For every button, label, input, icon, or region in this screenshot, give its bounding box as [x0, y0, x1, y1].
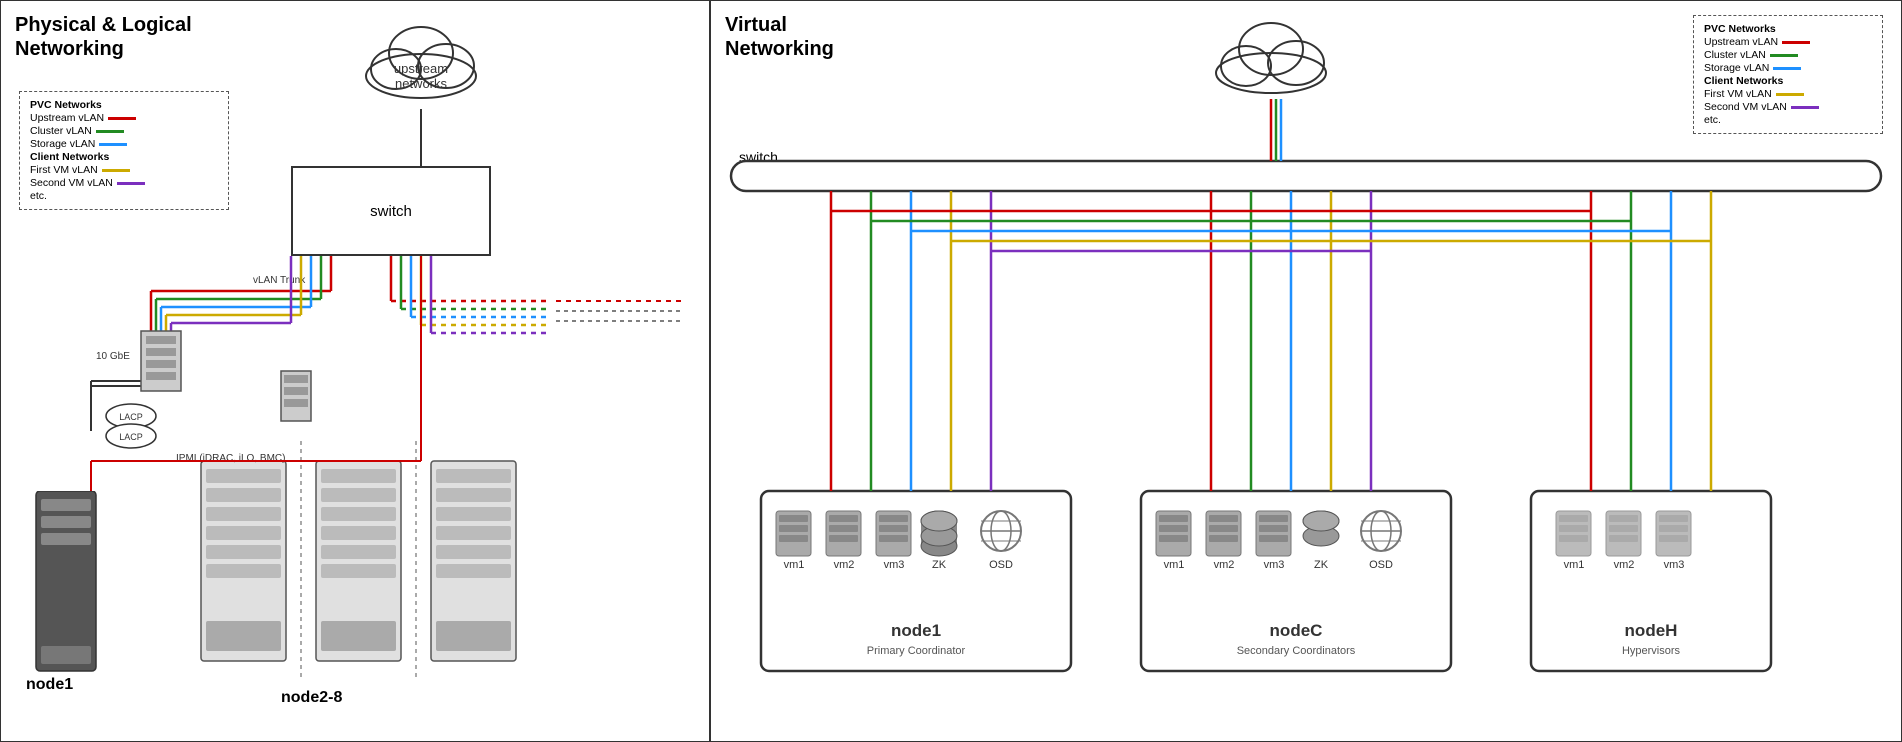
- etc-label: etc.: [30, 190, 47, 202]
- switch-box: switch: [291, 166, 491, 256]
- left-panel: Physical & LogicalNetworking PVC Network…: [0, 0, 710, 742]
- cloud-shape: upstream networks: [341, 11, 501, 111]
- node2-8-label: node2-8: [281, 689, 342, 707]
- right-panel: VirtualNetworking PVC Networks Upstream …: [710, 0, 1902, 742]
- svg-text:Primary Coordinator: Primary Coordinator: [867, 645, 966, 657]
- cluster-vlan-label: Cluster vLAN: [30, 125, 92, 137]
- storage-vlan-label: Storage vLAN: [30, 138, 95, 150]
- switch-label: switch: [370, 203, 412, 220]
- svg-text:LACP: LACP: [119, 412, 143, 422]
- client-networks-label: Client Networks: [30, 151, 109, 163]
- svg-text:node1: node1: [891, 621, 941, 640]
- second-vm-vlan-label: Second VM vLAN: [30, 177, 113, 189]
- svg-text:nodeC: nodeC: [1270, 621, 1323, 640]
- node2-8-area: node2-8: [196, 441, 536, 684]
- svg-text:vm3: vm3: [1264, 559, 1285, 571]
- svg-text:Secondary Coordinators: Secondary Coordinators: [1237, 645, 1356, 657]
- svg-text:nodeH: nodeH: [1625, 621, 1678, 640]
- svg-text:vm1: vm1: [1164, 559, 1185, 571]
- svg-text:ZK: ZK: [1314, 559, 1329, 571]
- svg-text:vLAN Trunk: vLAN Trunk: [253, 275, 306, 286]
- svg-text:networks: networks: [395, 76, 448, 91]
- svg-text:upstream: upstream: [394, 61, 448, 76]
- svg-text:vm2: vm2: [1614, 559, 1635, 571]
- svg-text:vm3: vm3: [1664, 559, 1685, 571]
- svg-text:vm1: vm1: [784, 559, 805, 571]
- svg-text:10 GbE: 10 GbE: [96, 351, 130, 362]
- svg-text:Hypervisors: Hypervisors: [1622, 645, 1681, 657]
- node2-8-server-icons: [196, 441, 536, 681]
- first-vm-vlan-label: First VM vLAN: [30, 164, 98, 176]
- svg-text:OSD: OSD: [989, 559, 1013, 571]
- svg-text:OSD: OSD: [1369, 559, 1393, 571]
- svg-text:vm2: vm2: [1214, 559, 1235, 571]
- node1-server-icon: [31, 491, 111, 691]
- svg-text:vm3: vm3: [884, 559, 905, 571]
- left-legend: PVC Networks Upstream vLAN Cluster vLAN …: [19, 91, 229, 210]
- svg-text:LACP: LACP: [119, 432, 143, 442]
- svg-text:ZK: ZK: [932, 559, 947, 571]
- upstream-vlan-label: Upstream vLAN: [30, 112, 104, 124]
- svg-text:vm2: vm2: [834, 559, 855, 571]
- right-wiring-svg: vm1 vm2 vm3 ZK OSD vm1: [711, 1, 1902, 742]
- pvc-networks-label: PVC Networks: [30, 99, 102, 111]
- node1-label: node1: [26, 676, 73, 694]
- svg-text:vm1: vm1: [1564, 559, 1585, 571]
- node1-area: node1: [31, 491, 111, 694]
